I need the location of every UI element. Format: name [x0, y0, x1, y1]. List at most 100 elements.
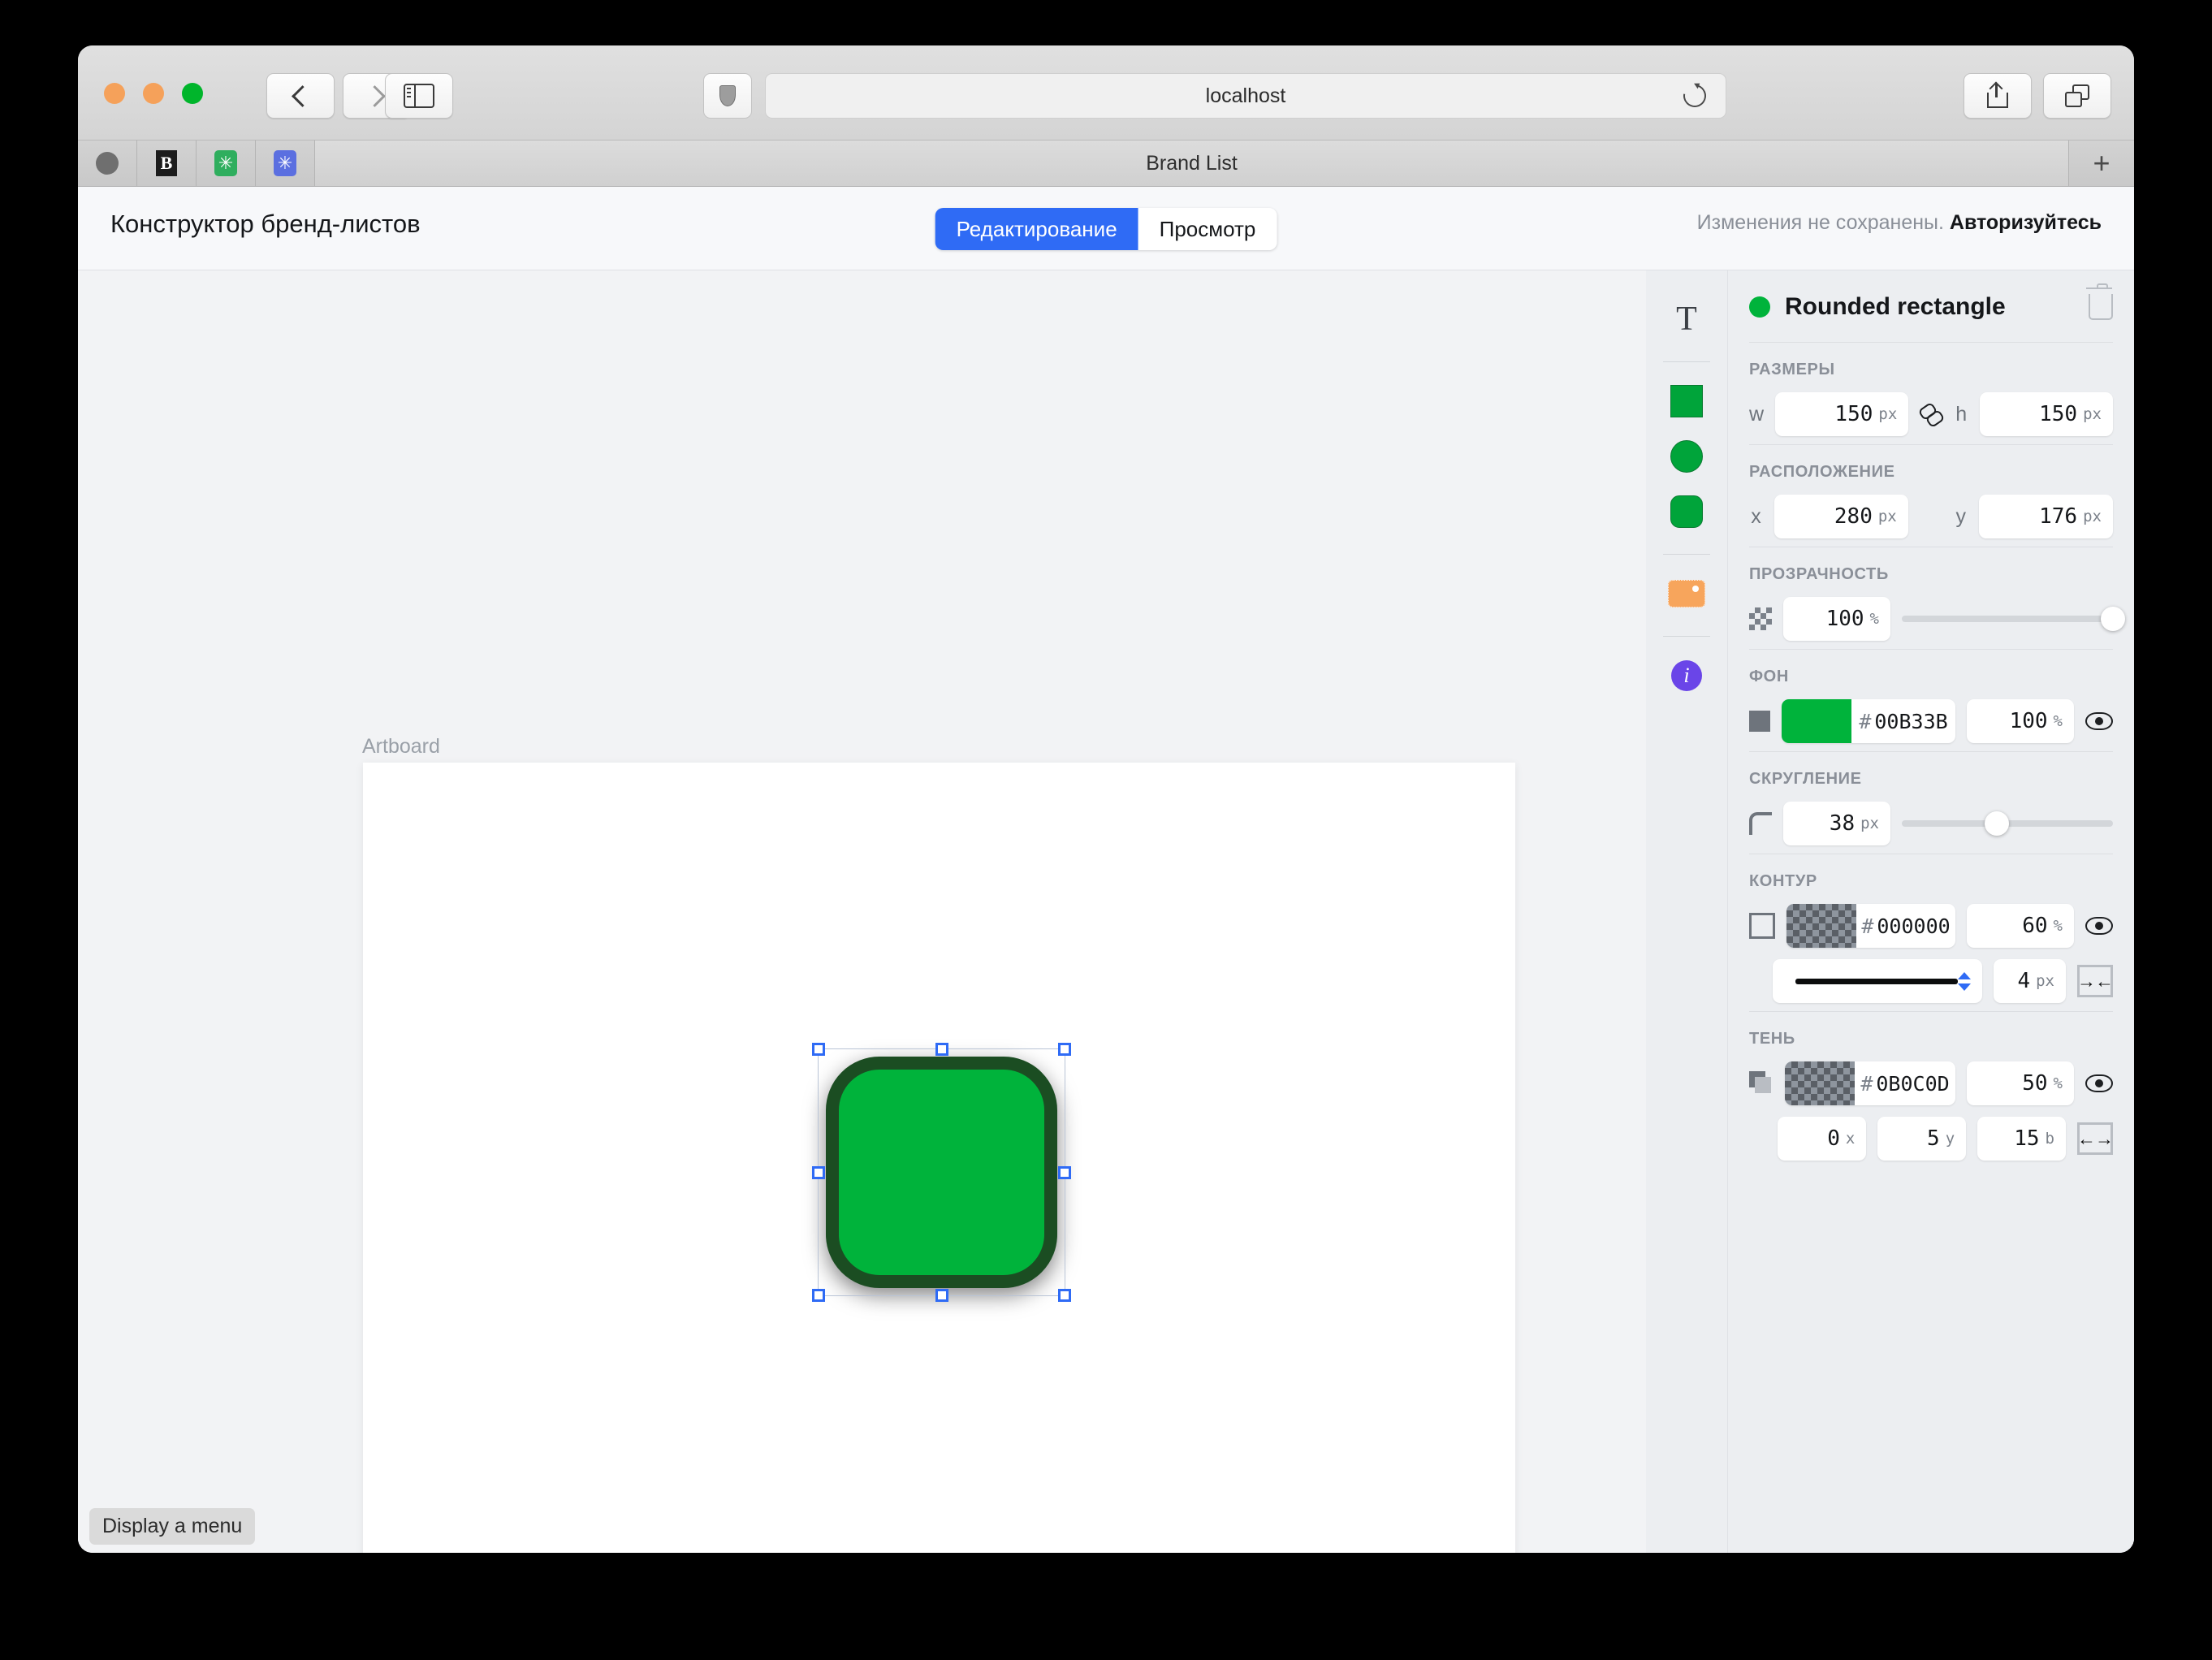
stepper-icon[interactable] [1958, 971, 1972, 991]
canvas-area[interactable]: Artboard Display a menu [78, 270, 1727, 1553]
resize-handle-w[interactable] [812, 1165, 825, 1179]
rail-divider [1663, 361, 1710, 362]
opacity-slider[interactable] [1902, 607, 2125, 631]
eye-icon[interactable] [2085, 917, 2113, 935]
resize-handle-e[interactable] [1058, 1165, 1071, 1179]
inner-align-icon[interactable]: →← [2077, 965, 2114, 997]
address-bar[interactable]: localhost [765, 73, 1726, 119]
height-label: h [1955, 402, 1968, 426]
rounded-rect-tool[interactable] [1661, 486, 1713, 538]
resize-handle-n[interactable] [935, 1043, 948, 1056]
pinned-tab-3[interactable]: ✳ [197, 140, 256, 186]
filled-square-icon [1749, 711, 1770, 732]
resize-handle-nw[interactable] [812, 1043, 825, 1056]
image-tool[interactable] [1661, 568, 1713, 620]
stroke-color-input[interactable]: #000000 [1786, 904, 1955, 948]
fill-opacity-input[interactable]: 100 % [1967, 699, 2074, 743]
pinned-tab-2[interactable]: B [137, 140, 197, 186]
y-unit: px [2083, 508, 2102, 525]
tab-edit[interactable]: Редактирование [935, 208, 1138, 250]
inspector-title: Rounded rectangle [1785, 293, 2006, 320]
width-unit: px [1878, 405, 1898, 423]
chevron-right-icon [364, 84, 386, 107]
shadow-y-input[interactable]: 5 y [1877, 1117, 1967, 1161]
fill-color-input[interactable]: #00B33B [1782, 699, 1955, 743]
shadow-x-input[interactable]: 0 x [1778, 1117, 1867, 1161]
new-tab-button[interactable]: + [2069, 140, 2134, 186]
circle-favicon [96, 152, 119, 175]
resize-handle-sw[interactable] [812, 1289, 825, 1302]
shadow-blur-value: 15 [2014, 1126, 2040, 1151]
radius-section: СКРУГЛЕНИЕ 38 px [1728, 752, 2134, 854]
tab-overview-icon [2065, 84, 2089, 107]
y-input[interactable]: 176 px [1979, 495, 2113, 538]
width-input[interactable]: 150 px [1775, 392, 1909, 436]
rail-divider [1663, 636, 1710, 637]
stroke-hex-value: #000000 [1861, 914, 1951, 938]
pinned-tab-1[interactable] [78, 140, 137, 186]
x-label: x [1751, 504, 1761, 528]
height-input[interactable]: 150 px [1979, 392, 2113, 436]
tab-overview-button[interactable] [2043, 73, 2111, 119]
green-star-favicon: ✳ [214, 150, 237, 176]
shadow-color-swatch[interactable] [1785, 1061, 1855, 1105]
chevron-left-icon [292, 84, 313, 107]
resize-handle-s[interactable] [935, 1289, 948, 1302]
tab-title: Brand List [1146, 151, 1238, 175]
sidebar-icon [404, 84, 434, 108]
spread-icon[interactable]: ←→ [2076, 1122, 2114, 1155]
shadow-opacity-input[interactable]: 50 % [1967, 1061, 2074, 1105]
trash-icon[interactable] [2086, 283, 2113, 320]
broken-link-icon[interactable] [1920, 402, 1942, 426]
stroke-width-value: 4 [2017, 969, 2031, 993]
x-value: 280 [1834, 504, 1873, 529]
privacy-shield-button[interactable] [703, 73, 752, 119]
text-tool[interactable]: T [1661, 293, 1713, 345]
fill-color-swatch[interactable] [1782, 699, 1851, 743]
circle-icon [1670, 440, 1703, 473]
solid-line-icon [1795, 978, 1959, 984]
url-text: localhost [1205, 84, 1286, 107]
x-input[interactable]: 280 px [1774, 495, 1908, 538]
shadow-label: ТЕНЬ [1749, 1030, 1795, 1048]
close-button[interactable] [104, 83, 125, 104]
stacked-square-icon [1749, 1071, 1773, 1096]
shadow-blur-input[interactable]: 15 b [1977, 1117, 2066, 1161]
share-button[interactable] [1964, 73, 2032, 119]
maximize-button[interactable] [182, 83, 203, 104]
outline-square-icon [1749, 913, 1775, 939]
stroke-opacity-input[interactable]: 60 % [1967, 904, 2074, 948]
shadow-opacity-value: 50 [2022, 1071, 2048, 1096]
square-icon [1670, 385, 1703, 417]
radius-input[interactable]: 38 px [1783, 802, 1890, 845]
reload-icon[interactable] [1678, 80, 1711, 112]
circle-tool[interactable] [1661, 430, 1713, 482]
radius-slider[interactable] [1902, 811, 2113, 836]
sidebar-toggle-button[interactable] [385, 73, 453, 119]
selected-shape-group[interactable] [812, 1043, 1071, 1302]
stroke-width-input[interactable]: 4 px [1994, 959, 2066, 1003]
square-tool[interactable] [1661, 375, 1713, 427]
authorize-link[interactable]: Авторизуйтесь [1950, 211, 2102, 234]
eye-icon[interactable] [2085, 1074, 2113, 1092]
fill-opacity-unit: % [2053, 712, 2063, 730]
opacity-input[interactable]: 100 % [1783, 597, 1890, 641]
eye-icon[interactable] [2085, 712, 2113, 730]
tab-view[interactable]: Просмотр [1138, 208, 1277, 250]
stroke-style-select[interactable] [1773, 959, 1983, 1003]
pinned-tab-4[interactable]: ✳ [256, 140, 315, 186]
stroke-color-swatch[interactable] [1786, 904, 1856, 948]
stroke-width-unit: px [2036, 972, 2054, 990]
resize-handle-se[interactable] [1058, 1289, 1071, 1302]
active-tab[interactable]: Brand List [315, 140, 2069, 186]
resize-handle-ne[interactable] [1058, 1043, 1071, 1056]
app-header: Конструктор бренд-листов Редактирование … [78, 187, 2134, 270]
rail-divider [1663, 554, 1710, 555]
browser-window: localhost B ✳ ✳ Brand List + Конструктор… [78, 45, 2134, 1553]
info-tool[interactable]: i [1661, 650, 1713, 702]
minimize-button[interactable] [143, 83, 164, 104]
back-button[interactable] [266, 73, 335, 119]
shadow-blur-unit: b [2045, 1130, 2054, 1148]
y-label: y [1955, 504, 1967, 528]
shadow-color-input[interactable]: #0B0C0D [1785, 1061, 1955, 1105]
